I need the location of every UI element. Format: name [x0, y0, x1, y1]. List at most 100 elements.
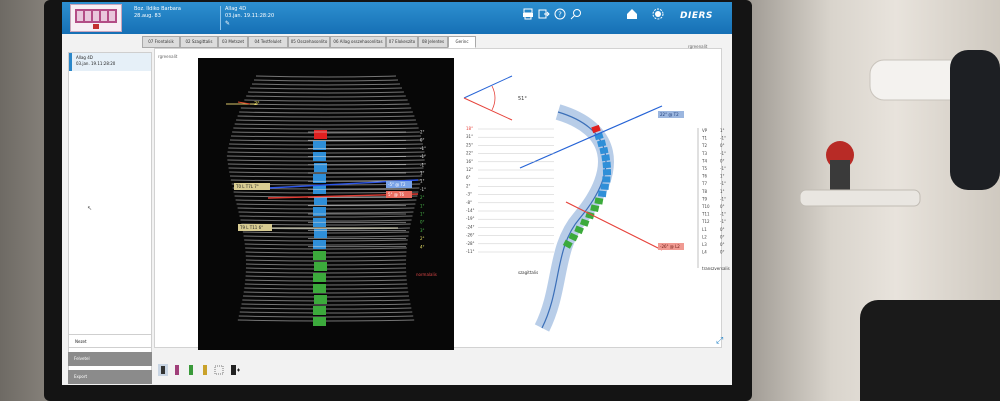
- exam-title: Allag 4D: [225, 6, 247, 12]
- exam-info: Allag 4D 03.jan. 19.11:28:20 ✎: [220, 6, 274, 30]
- level-value: -1°: [420, 146, 426, 151]
- tab-spine[interactable]: Gerinc: [448, 36, 476, 48]
- home-icon[interactable]: [626, 8, 638, 20]
- table-label: T6: [701, 174, 707, 179]
- tab-sagittal[interactable]: 02 Szagittalis: [180, 36, 218, 48]
- sag-tag-label: -26° @ L2: [660, 244, 680, 249]
- tab-surface[interactable]: 04 Testfelulet: [248, 36, 288, 48]
- settings-icon[interactable]: [652, 8, 664, 20]
- level-value: 1°: [420, 179, 425, 184]
- scan-stripe: [245, 271, 407, 274]
- right-view-label: rgreenalit: [688, 44, 708, 49]
- vertebra: [314, 295, 327, 304]
- transverse-table: VP 1° T1 -1° T2 0° T3 -1° T4 0° T5 -1° T6 1° T7 -1° T8 1°…: [701, 128, 726, 255]
- sag-tag-label: 22° @ T2: [660, 112, 679, 117]
- sagittal-value: 22°: [466, 151, 473, 156]
- angle-left-label: 2°: [254, 101, 260, 107]
- scan-stripe: [245, 259, 407, 262]
- sagittal-value: -8°: [466, 200, 472, 205]
- table-value: -1°: [720, 151, 726, 156]
- vertebra: [314, 163, 327, 172]
- sagittal-value: 16°: [466, 159, 473, 164]
- tab-section[interactable]: 03 Metszet: [218, 36, 248, 48]
- angle-right-label: 51°: [518, 96, 527, 102]
- sagittal-value: 2°: [466, 183, 471, 188]
- application-screen: Boz. Ildiko Barbara 28.aug. 83 Allag 4D …: [62, 2, 732, 385]
- body-front-icon[interactable]: [158, 364, 168, 376]
- scan-stripe: [251, 83, 401, 86]
- export-icon[interactable]: [538, 8, 550, 20]
- export-button[interactable]: Export: [68, 370, 152, 384]
- body-side-icon[interactable]: [186, 364, 196, 376]
- back-scan-graphic: 2° T0 L T7L 7° T9 L T11 6° -5° @ T2 5° @…: [226, 75, 437, 326]
- level-value: -1°: [420, 187, 426, 192]
- table-label: L4: [702, 250, 707, 255]
- grid-icon[interactable]: [214, 364, 224, 376]
- level-value: 0°: [420, 138, 425, 143]
- scan-stripe: [248, 91, 404, 94]
- table-label: T12: [701, 219, 710, 224]
- table-value: 0°: [720, 234, 725, 239]
- tab-compare[interactable]: 05 Osszehasonlito: [288, 36, 330, 48]
- search-icon[interactable]: [570, 8, 582, 20]
- add-icon[interactable]: [230, 364, 240, 376]
- sagittal-value: -14°: [466, 208, 475, 213]
- table-label: L1: [702, 227, 707, 232]
- table-label: T3: [701, 151, 707, 156]
- print-icon[interactable]: [522, 8, 534, 20]
- table-value: 0°: [720, 204, 725, 209]
- table-label: T5: [701, 166, 707, 171]
- table-label: T8: [701, 189, 707, 194]
- tab-posture-compare[interactable]: 06 Allag osszehasonlitas: [330, 36, 386, 48]
- capture-button[interactable]: Felvetel: [68, 352, 152, 366]
- table-value: 0°: [720, 158, 725, 163]
- table-value: 0°: [720, 242, 725, 247]
- level-value: 1°: [420, 171, 425, 176]
- sagittal-value: -19°: [466, 216, 475, 221]
- sagittal-value: -3°: [466, 192, 472, 197]
- level-value: -1°: [420, 162, 426, 167]
- scan-stripe: [239, 111, 413, 114]
- table-label: VP: [702, 128, 708, 133]
- measure-box-label: 5° @ T6: [388, 192, 405, 197]
- tab-report[interactable]: 08 Jelentes: [418, 36, 448, 48]
- body-back-icon[interactable]: [172, 364, 182, 376]
- scan-stripe: [241, 303, 411, 306]
- sagittal-vertebra: [602, 161, 612, 169]
- sagittal-value: 31°: [466, 134, 473, 139]
- help-icon[interactable]: ?: [554, 8, 566, 20]
- table-label: T10: [701, 204, 710, 209]
- sagittal-value: -28°: [466, 241, 475, 246]
- sagittal-value: 25°: [466, 142, 473, 147]
- table-value: -1°: [720, 166, 726, 171]
- tab-preparation[interactable]: 07 Elokeszito: [386, 36, 418, 48]
- sagittal-vertebra: [601, 154, 611, 162]
- tab-frontal[interactable]: 07 Frontalsik: [142, 36, 180, 48]
- vertebra: [313, 240, 326, 249]
- scan-stripe: [250, 87, 402, 90]
- vertebra: [313, 207, 326, 216]
- body-color-icon[interactable]: [200, 364, 210, 376]
- level-value: 3°: [420, 228, 425, 233]
- table-label: T4: [701, 158, 707, 163]
- scan-stripe: [253, 79, 399, 82]
- vertebra: [313, 317, 326, 326]
- exam-list-item-date: 03.jan. 19.11:28:20: [76, 61, 116, 66]
- table-value: -1°: [720, 212, 726, 217]
- expand-icon[interactable]: ⤢: [716, 336, 723, 346]
- exam-list-item[interactable]: Allag 4D 03.jan. 19.11:28:20: [69, 53, 151, 71]
- pencil-icon[interactable]: ✎: [225, 20, 274, 27]
- svg-text:?: ?: [558, 11, 562, 19]
- brand-logo: DIERS: [680, 11, 713, 21]
- sagittal-value: -26°: [466, 233, 475, 238]
- patient-name: Boz. Ildiko Barbara: [134, 6, 181, 12]
- sagittal-value: -11°: [466, 249, 475, 254]
- scan-stripe: [237, 115, 415, 118]
- sagittal-vertebra: [600, 183, 609, 190]
- scan-stripe: [242, 103, 410, 106]
- level-value: -1°: [420, 154, 426, 159]
- scan-stripe: [244, 99, 408, 102]
- table-value: -1°: [720, 196, 726, 201]
- view-button[interactable]: Nezet: [68, 334, 152, 348]
- angle-line: [463, 75, 513, 99]
